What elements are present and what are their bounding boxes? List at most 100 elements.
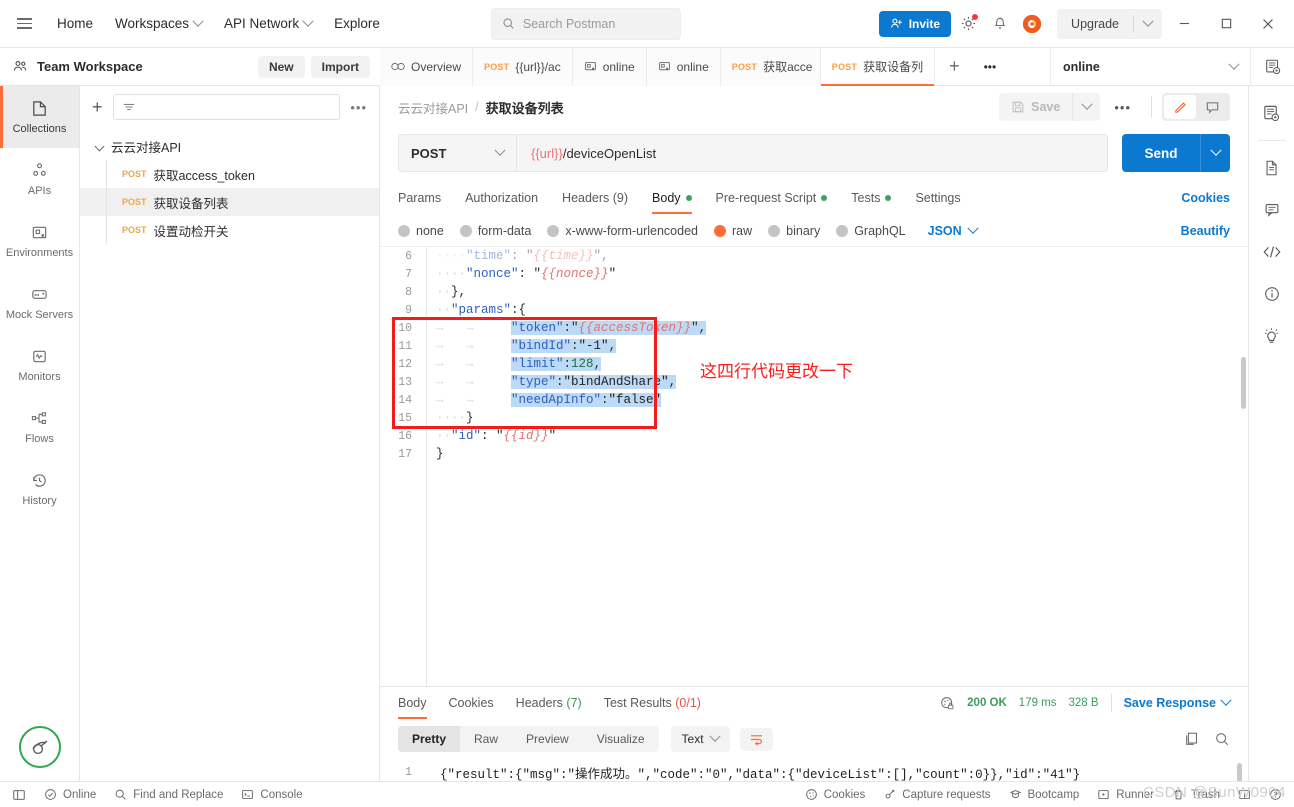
response-tab-body[interactable]: Body — [398, 687, 438, 719]
tab-request-access-token[interactable]: POST {{url}}/ac — [473, 47, 573, 86]
plus-icon[interactable]: + — [92, 98, 103, 116]
sidebar-item-monitors[interactable]: Monitors — [0, 334, 79, 396]
view-visualize[interactable]: Visualize — [583, 726, 659, 752]
sidebar-item-environments[interactable]: Environments — [0, 210, 79, 272]
send-dropdown[interactable] — [1200, 134, 1230, 172]
code-editor[interactable]: 6 ····"time": "{{time}}", 7 ····"nonce": "{… — [380, 247, 1248, 686]
user-avatar[interactable] — [1017, 9, 1047, 39]
tab-params[interactable]: Params — [398, 182, 453, 214]
breadcrumb-collection[interactable]: 云云对接API — [398, 98, 468, 117]
body-type-none[interactable]: none — [398, 224, 444, 238]
editor-scrollbar[interactable] — [1241, 357, 1246, 409]
view-pretty[interactable]: Pretty — [398, 726, 461, 752]
response-format-selector[interactable]: Text — [670, 726, 730, 752]
tab-headers[interactable]: Headers (9) — [550, 182, 640, 214]
body-type-form-data[interactable]: form-data — [459, 224, 531, 238]
sidebar-item-history[interactable]: History — [0, 458, 79, 520]
documentation-preview-button[interactable] — [1255, 94, 1289, 132]
copy-button[interactable] — [1184, 731, 1200, 747]
response-tab-test-results[interactable]: Test Results (0/1) — [593, 687, 712, 719]
sidebar-filter-input[interactable] — [112, 94, 341, 120]
page-title[interactable]: 获取设备列表 — [486, 98, 564, 117]
save-button[interactable]: Save — [999, 100, 1072, 114]
save-response-button[interactable]: Save Response — [1124, 694, 1232, 710]
response-tab-headers[interactable]: Headers (7) — [505, 687, 593, 719]
status-online[interactable]: Online — [44, 788, 96, 801]
tab-body[interactable]: Body — [640, 182, 704, 214]
comments-button[interactable] — [1255, 191, 1289, 229]
close-button[interactable] — [1248, 9, 1288, 39]
tab-environment-online-1[interactable]: online — [572, 47, 647, 86]
code-line[interactable]: 16 ··"id": "{{id}}" — [380, 427, 1248, 445]
tab-authorization[interactable]: Authorization — [453, 182, 550, 214]
settings-button[interactable] — [953, 9, 983, 39]
upgrade-button[interactable]: Upgrade — [1057, 17, 1133, 31]
code-line[interactable]: 9 ··"params":{ — [380, 301, 1248, 319]
method-selector[interactable]: POST — [398, 134, 516, 172]
notifications-button[interactable] — [985, 9, 1015, 39]
cookies-link[interactable]: Cookies — [1181, 191, 1230, 205]
nav-explore[interactable]: Explore — [323, 10, 391, 37]
code-line[interactable]: 7 ····"nonce": "{{nonce}}" — [380, 265, 1248, 283]
code-line[interactable]: 14 → → "needApInfo":"false" — [380, 391, 1248, 409]
word-wrap-button[interactable] — [739, 727, 773, 751]
view-preview[interactable]: Preview — [512, 726, 583, 752]
sidebar-item-apis[interactable]: APIs — [0, 148, 79, 210]
sidebar-toggle-button[interactable] — [12, 788, 26, 802]
body-type-urlencoded[interactable]: x-www-form-urlencoded — [547, 224, 698, 238]
url-input[interactable]: {{url}}/deviceOpenList — [516, 134, 1108, 172]
response-tab-cookies[interactable]: Cookies — [438, 687, 505, 719]
code-line[interactable]: 11 → → "bindId":"-1", — [380, 337, 1248, 355]
more-options-icon[interactable]: ••• — [350, 100, 367, 115]
comment-button[interactable] — [1196, 95, 1228, 119]
send-button[interactable]: Send — [1122, 134, 1200, 172]
body-type-raw[interactable]: raw — [714, 224, 752, 238]
bootcamp-button[interactable]: Bootcamp — [1009, 788, 1079, 801]
capture-requests-button[interactable]: Capture requests — [883, 788, 991, 801]
sidebar-item-mock-servers[interactable]: Mock Servers — [0, 272, 79, 334]
tab-settings[interactable]: Settings — [903, 182, 972, 214]
minimize-button[interactable] — [1164, 9, 1204, 39]
tab-options-button[interactable]: ••• — [974, 48, 1007, 86]
environment-quick-look-button[interactable] — [1250, 47, 1294, 86]
sidebar-item-flows[interactable]: Flows — [0, 396, 79, 458]
new-button[interactable]: New — [257, 55, 305, 78]
tab-request-device-list[interactable]: POST 获取设备列 — [820, 47, 936, 86]
sidebar-item-collections[interactable]: Collections — [0, 86, 79, 148]
import-button[interactable]: Import — [310, 55, 370, 78]
save-dropdown[interactable] — [1072, 93, 1100, 121]
tab-request-get-access[interactable]: POST 获取acce — [720, 47, 821, 86]
edit-mode-button[interactable] — [1164, 95, 1196, 119]
nav-home[interactable]: Home — [46, 10, 104, 37]
search-input[interactable]: Search Postman — [490, 7, 681, 40]
request-body-editor[interactable]: 6 ····"time": "{{time}}", 7 ····"nonce": "{… — [380, 246, 1248, 686]
maximize-button[interactable] — [1206, 9, 1246, 39]
body-type-binary[interactable]: binary — [768, 224, 820, 238]
tab-pre-request-script[interactable]: Pre-request Script — [704, 182, 840, 214]
invite-button[interactable]: Invite — [878, 10, 952, 37]
list-item[interactable]: POST 设置动检开关 — [80, 216, 379, 244]
response-body[interactable]: 1 {"result":{"msg":"操作成功。","code":"0","d… — [380, 759, 1248, 781]
search-response-button[interactable] — [1214, 731, 1230, 747]
tips-button[interactable] — [1255, 317, 1289, 355]
collection-row[interactable]: 云云对接API — [80, 132, 379, 160]
upgrade-dropdown[interactable] — [1134, 15, 1162, 28]
request-more-button[interactable]: ••• — [1104, 100, 1141, 115]
body-format-selector[interactable]: JSON — [928, 222, 979, 238]
new-tab-button[interactable]: + — [935, 48, 974, 86]
body-type-graphql[interactable]: GraphQL — [836, 224, 906, 238]
tab-environment-online-2[interactable]: online — [646, 47, 721, 86]
code-line[interactable]: 6 ····"time": "{{time}}", — [380, 247, 1248, 265]
list-item[interactable]: POST 获取access_token — [80, 160, 379, 188]
tab-overview[interactable]: Overview — [380, 47, 474, 86]
documentation-button[interactable] — [1255, 149, 1289, 187]
code-line[interactable]: 17} — [380, 445, 1248, 463]
code-line[interactable]: 15 ····} — [380, 409, 1248, 427]
info-button[interactable] — [1255, 275, 1289, 313]
find-and-replace-button[interactable]: Find and Replace — [114, 788, 223, 801]
hamburger-icon[interactable] — [10, 10, 38, 38]
postman-bot-icon[interactable] — [18, 725, 62, 769]
environment-selector[interactable]: online — [1050, 47, 1250, 86]
code-snippet-button[interactable] — [1255, 233, 1289, 271]
view-raw[interactable]: Raw — [460, 726, 512, 752]
